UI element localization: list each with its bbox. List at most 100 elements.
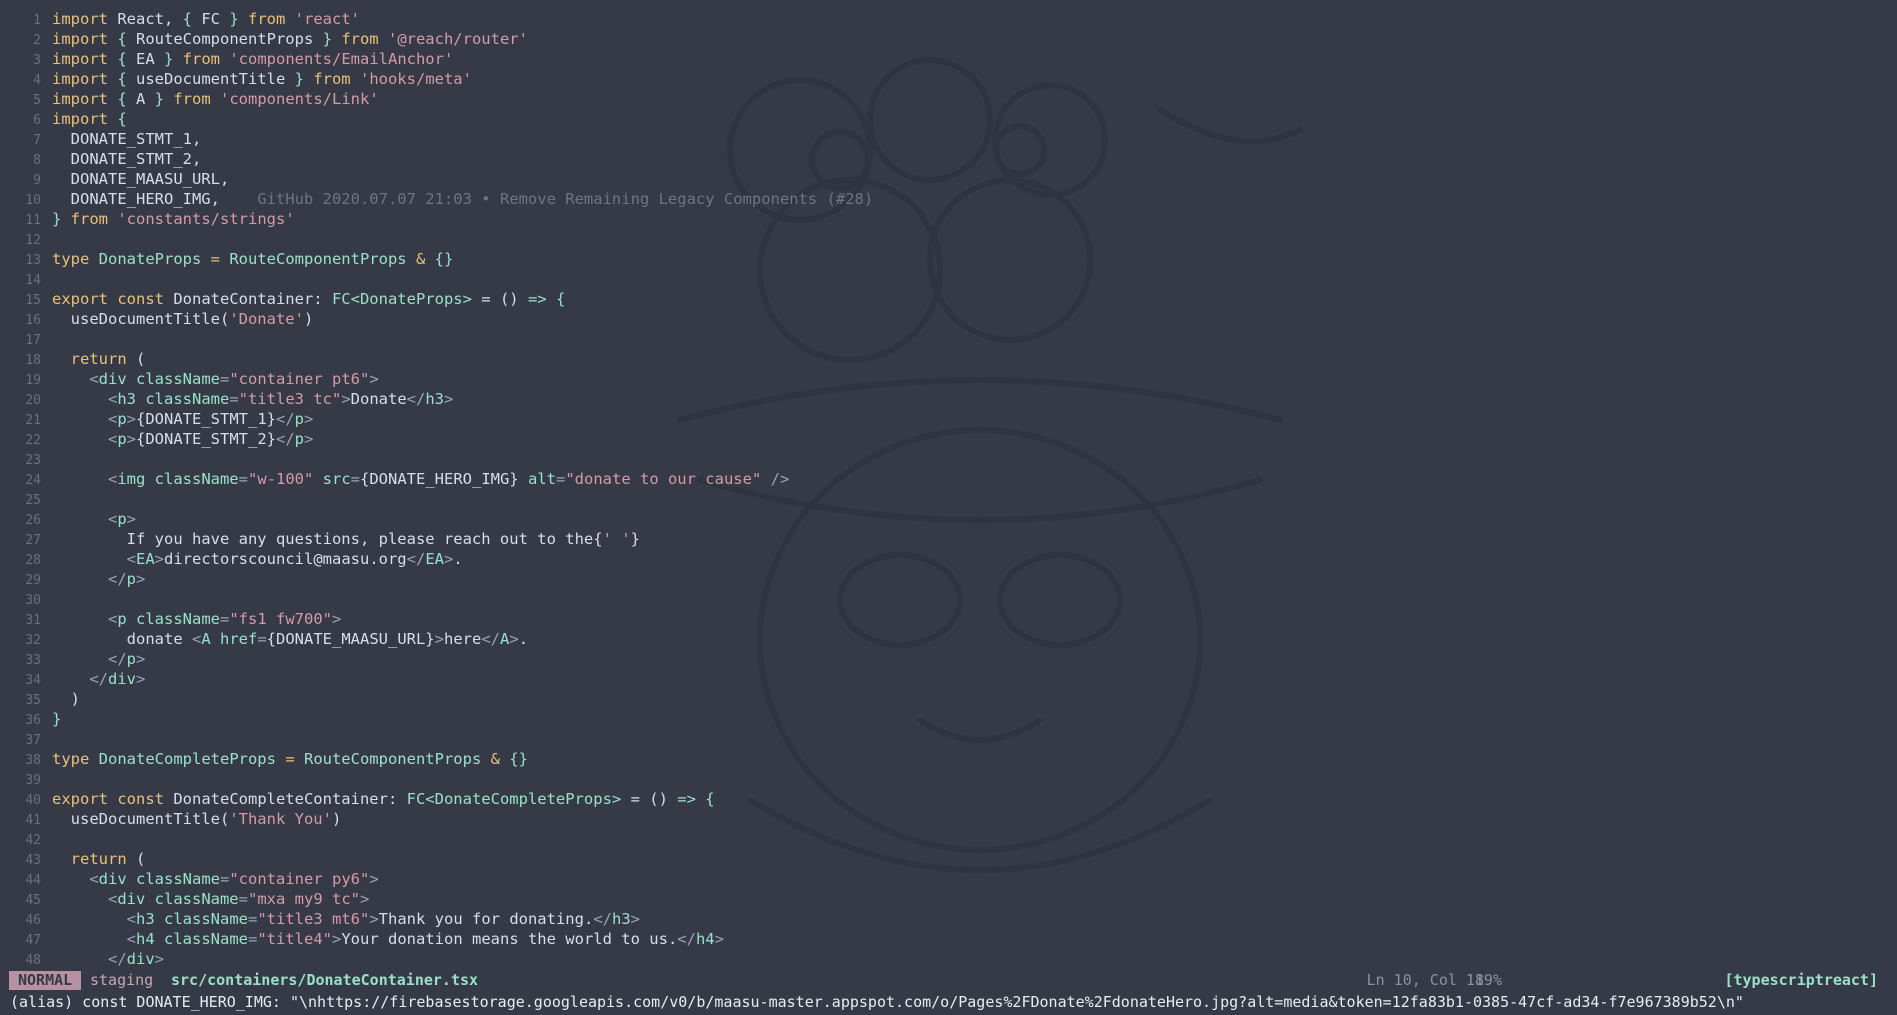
code-line[interactable]: 10 DONATE_HERO_IMG, GitHub 2020.07.07 21… <box>0 189 1897 209</box>
code-line[interactable]: 44 <div className="container py6"> <box>0 869 1897 889</box>
file-type: [typescriptreact] <box>1724 971 1878 989</box>
string-token: "container pt6" <box>229 370 370 388</box>
code-line[interactable]: 5 import { A } from 'components/Link' <box>0 89 1897 109</box>
code-line[interactable]: 41 useDocumentTitle('Thank You') <box>0 809 1897 829</box>
tag-token: div <box>117 890 155 908</box>
line-number: 19 <box>25 373 41 388</box>
string-token: 'hooks/meta' <box>359 70 472 88</box>
line-number: 24 <box>25 473 41 488</box>
punctuation-token: < <box>52 390 118 408</box>
text-token: ) <box>52 690 80 708</box>
text-token: DONATE_STMT_2, <box>52 150 202 168</box>
text-token: {DONATE_HERO_IMG} <box>360 470 528 488</box>
status-line: NORMAL staging src/containers/DonateCont… <box>0 970 1897 991</box>
code-line[interactable]: 27 If you have any questions, please rea… <box>0 529 1897 549</box>
code-line[interactable]: 1 import React, { FC } from 'react' <box>0 9 1897 29</box>
command-line[interactable]: (alias) const DONATE_HERO_IMG: "\nhttps:… <box>10 991 1744 1013</box>
code-line[interactable]: 45 <div className="mxa my9 tc"> <box>0 889 1897 909</box>
keyword-token: = <box>210 250 230 268</box>
keyword-token: export const <box>52 290 174 308</box>
code-line[interactable]: 8 DONATE_STMT_2, <box>0 149 1897 169</box>
tag-token: p <box>126 650 136 668</box>
line-number: 9 <box>33 173 41 188</box>
code-line[interactable]: 43 return ( <box>0 849 1897 869</box>
git-branch: staging <box>90 971 154 989</box>
code-editor[interactable]: 1 import React, { FC } from 'react' 2 impor… <box>0 0 1897 970</box>
type-token: href <box>220 630 258 648</box>
code-line[interactable]: 14 <box>0 269 1897 289</box>
code-text: <p>{DONATE_STMT_1}</p> <box>52 410 313 428</box>
keyword-token: from <box>70 210 118 228</box>
code-text: <img className="w-100" src={DONATE_HERO_… <box>52 470 789 488</box>
type-token: RouteComponentProps <box>303 750 491 768</box>
line-number: 22 <box>25 433 41 448</box>
code-line[interactable]: 2 import { RouteComponentProps } from '@r… <box>0 29 1897 49</box>
code-line[interactable]: 23 <box>0 449 1897 469</box>
code-line[interactable]: 9 DONATE_MAASU_URL, <box>0 169 1897 189</box>
text-token: If you have any questions, please reach … <box>52 530 603 548</box>
code-line[interactable]: 22 <p>{DONATE_STMT_2}</p> <box>0 429 1897 449</box>
code-line[interactable]: 3 import { EA } from 'components/EmailAnc… <box>0 49 1897 69</box>
text-token: DonateCompleteContainer: <box>173 790 407 808</box>
code-line[interactable]: 15 export const DonateContainer: FC<Donat… <box>0 289 1897 309</box>
code-text: <p>{DONATE_STMT_2}</p> <box>52 430 313 448</box>
code-line[interactable]: 7 DONATE_STMT_1, <box>0 129 1897 149</box>
line-number: 47 <box>25 933 41 948</box>
code-line[interactable]: 35 ) <box>0 689 1897 709</box>
code-line[interactable]: 47 <h4 className="title4">Your donation … <box>0 929 1897 949</box>
mode-indicator: NORMAL <box>9 971 82 990</box>
type-token: FC<DonateCompleteProps> <box>406 790 631 808</box>
code-line[interactable]: 13 type DonateProps = RouteComponentProps… <box>0 249 1897 269</box>
punctuation-token: </ <box>52 950 127 968</box>
code-line[interactable]: 21 <p>{DONATE_STMT_1}</p> <box>0 409 1897 429</box>
code-line[interactable]: 36} <box>0 709 1897 729</box>
type-token: DonateCompleteProps <box>98 750 286 768</box>
code-line[interactable]: 39 <box>0 769 1897 789</box>
string-token: "title3 tc" <box>238 390 342 408</box>
code-line[interactable]: 16 useDocumentTitle('Donate') <box>0 309 1897 329</box>
tag-token: p <box>117 430 127 448</box>
code-text: import { useDocumentTitle } from 'hooks/… <box>52 70 472 88</box>
code-line[interactable]: 29 </p> <box>0 569 1897 589</box>
code-line[interactable]: 38 type DonateCompleteProps = RouteCompon… <box>0 749 1897 769</box>
code-line[interactable]: 19 <div className="container pt6"> <box>0 369 1897 389</box>
punctuation-token: > <box>369 910 379 928</box>
code-line[interactable]: 37 <box>0 729 1897 749</box>
code-line[interactable]: 4 import { useDocumentTitle } from 'hooks… <box>0 69 1897 89</box>
code-line[interactable]: 33 </p> <box>0 649 1897 669</box>
type-token: } <box>52 710 62 728</box>
code-line[interactable]: 31 <p className="fs1 fw700"> <box>0 609 1897 629</box>
line-number: 30 <box>25 593 41 608</box>
code-line[interactable]: 46 <h3 className="title3 mt6">Thank you … <box>0 909 1897 929</box>
text-token: Thank you for donating. <box>378 910 594 928</box>
code-line[interactable]: 34 </div> <box>0 669 1897 689</box>
code-line[interactable]: 20 <h3 className="title3 tc">Donate</h3> <box>0 389 1897 409</box>
code-line[interactable]: 18 return ( <box>0 349 1897 369</box>
code-line[interactable]: 40 export const DonateCompleteContainer: … <box>0 789 1897 809</box>
code-text: type DonateCompleteProps = RouteComponen… <box>52 750 528 768</box>
line-number: 16 <box>25 313 41 328</box>
line-number: 17 <box>25 333 41 348</box>
code-line[interactable]: 28 <EA>directorscouncil@maasu.org</EA>. <box>0 549 1897 569</box>
punctuation-token: < <box>52 610 118 628</box>
punctuation-token: /> <box>770 470 790 488</box>
code-line[interactable]: 24 <img className="w-100" src={DONATE_HE… <box>0 469 1897 489</box>
string-token: "title4" <box>257 930 332 948</box>
code-line[interactable]: 32 donate <A href={DONATE_MAASU_URL}>her… <box>0 629 1897 649</box>
line-number: 20 <box>25 393 41 408</box>
code-line[interactable]: 6 import { <box>0 109 1897 129</box>
line-number: 12 <box>25 233 41 248</box>
punctuation-token: > <box>369 870 379 888</box>
code-text: </p> <box>52 650 145 668</box>
type-token: } <box>164 50 183 68</box>
line-number: 36 <box>25 713 41 728</box>
text-token: useDocumentTitle <box>136 70 295 88</box>
code-line[interactable]: 17 <box>0 329 1897 349</box>
code-line[interactable]: 30 <box>0 589 1897 609</box>
code-line[interactable]: 48 </div> <box>0 949 1897 969</box>
code-line[interactable]: 11} from 'constants/strings' <box>0 209 1897 229</box>
code-line[interactable]: 42 <box>0 829 1897 849</box>
code-line[interactable]: 25 <box>0 489 1897 509</box>
code-line[interactable]: 26 <p> <box>0 509 1897 529</box>
code-line[interactable]: 12 <box>0 229 1897 249</box>
